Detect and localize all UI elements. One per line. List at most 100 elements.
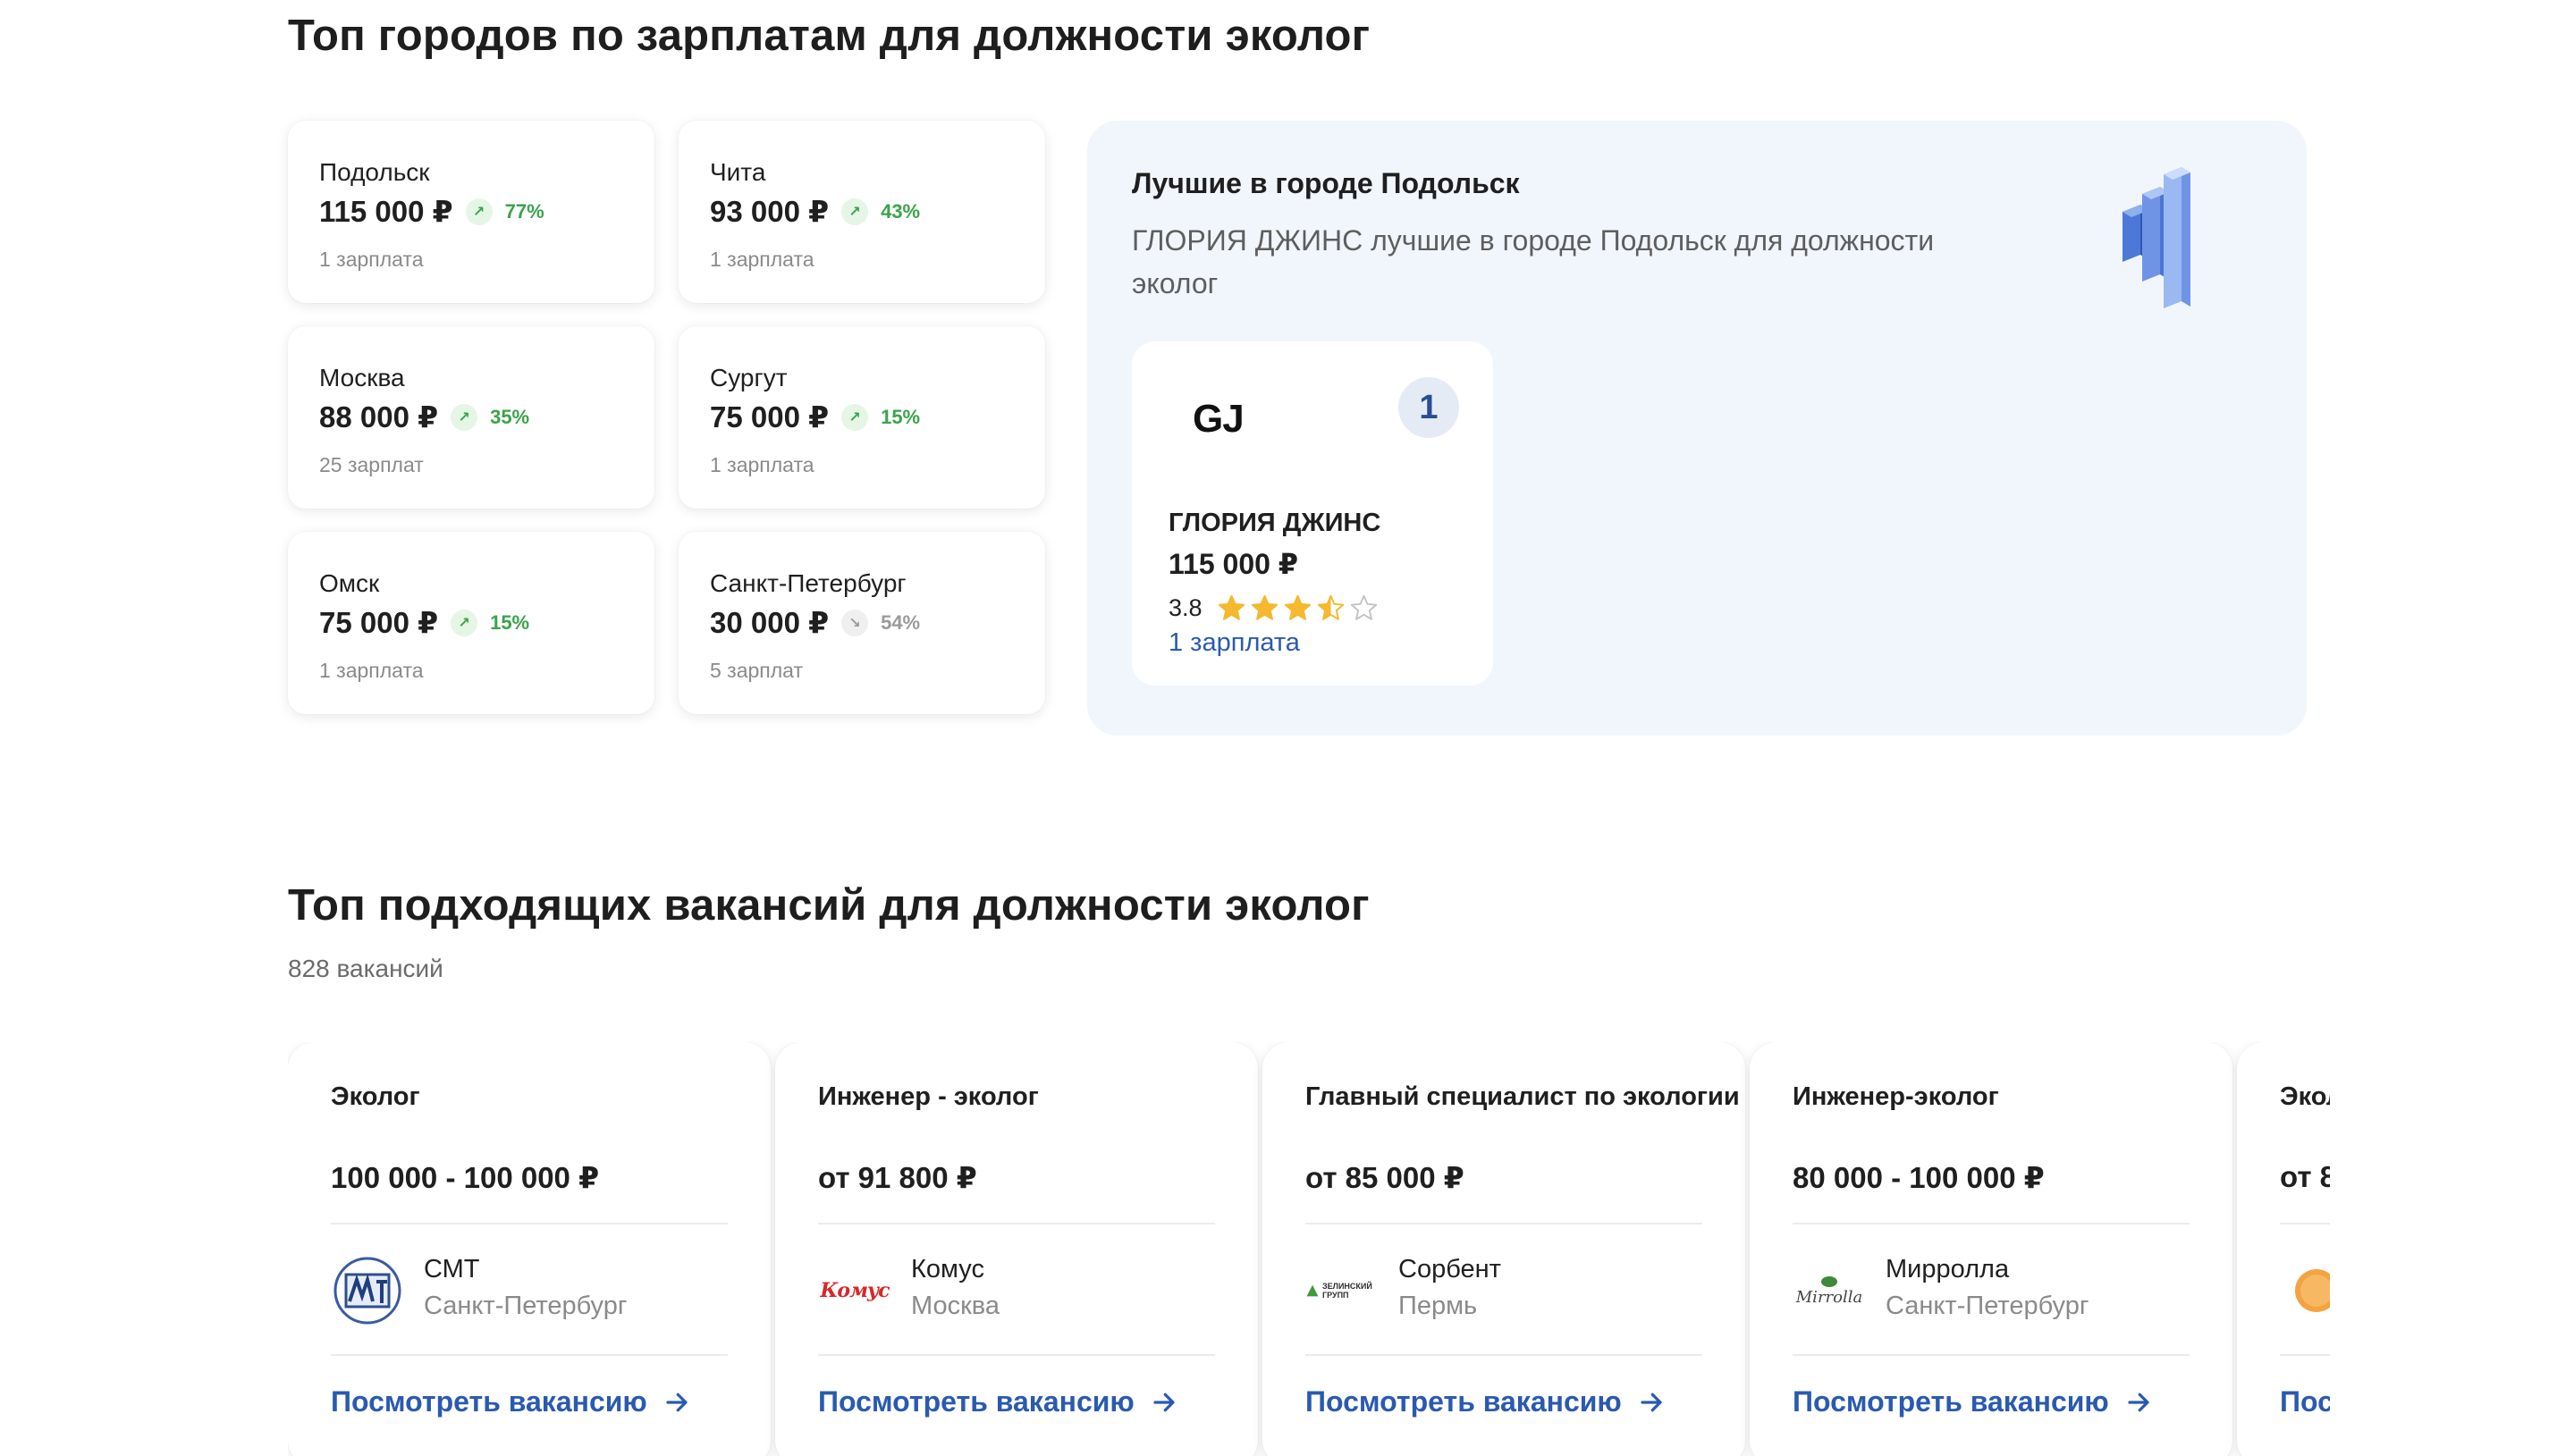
best-in-city-description: ГЛОРИЯ ДЖИНС лучшие в городе Подольск дл…	[1132, 224, 1935, 299]
top-cities-title: Топ городов по зарплатам для должности э…	[288, 12, 1371, 60]
vacancy-title: Инженер - эколог	[818, 1082, 1039, 1111]
view-vacancy-label: Посмотреть вакансию	[818, 1385, 1135, 1418]
divider	[818, 1354, 1215, 1356]
vacancy-card[interactable]: Эколог 100 000 - 100 000 ₽ СМТ Санкт-Петерб…	[288, 1042, 771, 1456]
salary-count: 1 зарплата	[319, 659, 424, 682]
komus-logo: Комус	[818, 1254, 891, 1327]
city-name: Санкт-Петербург	[710, 569, 907, 597]
trend-up-icon: ↗	[465, 198, 493, 225]
company-salaries-link[interactable]: 1 зарплата	[1169, 628, 1300, 658]
vacancy-card[interactable]: Главный специалист по экологии от 85 000 …	[1262, 1042, 1745, 1456]
salary-count: 1 зарплата	[710, 248, 814, 271]
city-salary-row: 75 000 ₽ ↗ 15%	[319, 605, 529, 640]
smt-logo	[331, 1254, 404, 1327]
vacancy-title: Эколог	[2280, 1082, 2330, 1111]
vacancy-card[interactable]: Инженер-эколог 80 000 - 100 000 ₽ Mirrolla…	[1750, 1042, 2232, 1456]
vacancies-count: 828 вакансий	[288, 955, 443, 982]
trend-percent: 15%	[881, 405, 921, 428]
vacancy-title: Инженер-эколог	[1793, 1082, 1999, 1111]
arrow-right-icon	[1153, 1393, 1175, 1411]
vacancies-carousel[interactable]: Эколог 100 000 - 100 000 ₽ СМТ Санкт-Петерб…	[288, 1042, 2330, 1456]
sorbent-logo: ЗЕЛИНСКИЙ ГРУПП	[1305, 1254, 1379, 1327]
city-salary: 93 000 ₽	[710, 195, 830, 228]
view-vacancy-link[interactable]: Посмотреть вакансию	[331, 1385, 690, 1418]
divider	[2280, 1223, 2330, 1225]
komus-logo-text: Комус	[820, 1279, 890, 1302]
city-card[interactable]: Чита 93 000 ₽ ↗ 43% 1 зарплата	[679, 121, 1045, 303]
city-card[interactable]: Подольск 115 000 ₽ ↗ 77% 1 зарплата	[288, 121, 654, 303]
view-vacancy-link[interactable]: Посмотреть вакансию	[818, 1385, 1177, 1418]
city-card[interactable]: Санкт-Петербург 30 000 ₽ ↘ 54% 5 зарплат	[679, 532, 1045, 714]
divider	[1793, 1354, 2190, 1356]
view-vacancy-link[interactable]: Посмотреть вакансию	[1793, 1385, 2152, 1418]
salary-count: 25 зарплат	[319, 453, 424, 476]
vacancy-salary: 80 000 - 100 000 ₽	[1793, 1161, 2045, 1194]
company-rating: 3.8	[1169, 593, 1379, 623]
view-vacancy-link[interactable]: Посмотреть вакансию	[1305, 1385, 1665, 1418]
best-in-city-title: Лучшие в городе Подольск	[1132, 167, 1520, 199]
city-card[interactable]: Омск 75 000 ₽ ↗ 15% 1 зарплата	[288, 532, 654, 714]
trend-up-icon: ↗	[841, 403, 869, 431]
city-salary: 88 000 ₽	[319, 400, 439, 433]
star-half-icon	[1317, 594, 1344, 620]
bar-chart-icon	[2122, 167, 2190, 308]
city-salary-row: 30 000 ₽ ↘ 54%	[710, 605, 920, 640]
city-name: Москва	[319, 364, 405, 391]
trend-percent: 77%	[504, 199, 544, 223]
trend-up-icon: ↗	[841, 198, 869, 225]
city-salary: 115 000 ₽	[319, 195, 453, 228]
star-full-icon	[1284, 594, 1311, 620]
city-salary: 30 000 ₽	[710, 606, 830, 639]
divider	[1305, 1223, 1702, 1225]
city-salary-row: 93 000 ₽ ↗ 43%	[710, 194, 920, 229]
divider	[331, 1223, 728, 1225]
trend-percent: 35%	[490, 405, 530, 428]
star-full-icon	[1218, 594, 1245, 620]
vacancy-city: Москва	[911, 1292, 1000, 1320]
rating-value: 3.8	[1169, 594, 1203, 621]
city-name: Чита	[710, 158, 766, 186]
salary-count: 1 зарплата	[710, 453, 814, 476]
vacancy-card[interactable]: Эколог от 8 Посмотреть вакансию	[2237, 1042, 2330, 1456]
trend-up-icon: ↗	[451, 609, 478, 636]
top-vacancies-title: Топ подходящих вакансий для должности эк…	[288, 881, 1370, 930]
mirrolla-logo: Mirrolla	[1793, 1254, 1866, 1327]
city-salary-row: 115 000 ₽ ↗ 77%	[319, 194, 544, 229]
view-vacancy-link[interactable]: Посмотреть вакансию	[2280, 1385, 2330, 1418]
trend-up-icon: ↗	[451, 403, 478, 431]
vacancy-company: Мирролла	[1886, 1255, 2010, 1283]
divider	[818, 1223, 1215, 1225]
arrow-right-icon	[2128, 1393, 2149, 1411]
vacancy-company: Сорбент	[1398, 1255, 1501, 1283]
city-card[interactable]: Москва 88 000 ₽ ↗ 35% 25 зарплат	[288, 326, 654, 509]
arrow-right-icon	[666, 1393, 688, 1411]
vacancy-city: Пермь	[1398, 1292, 1478, 1320]
vacancy-salary: от 8	[2280, 1160, 2330, 1193]
vacancy-city: Санкт-Петербург	[1886, 1292, 2089, 1320]
divider	[1793, 1223, 2190, 1225]
city-salary-row: 88 000 ₽ ↗ 35%	[319, 400, 529, 434]
arrow-right-icon	[1641, 1393, 1662, 1411]
vacancy-company: Комус	[911, 1255, 984, 1283]
rank-badge: 1	[1398, 377, 1459, 438]
city-name: Подольск	[319, 158, 430, 186]
vacancy-title: Эколог	[331, 1082, 420, 1111]
sorbent-logo-text: ЗЕЛИНСКИЙ ГРУПП	[1322, 1282, 1372, 1300]
city-card[interactable]: Сургут 75 000 ₽ ↗ 15% 1 зарплата	[679, 326, 1045, 509]
rating-stars	[1217, 593, 1379, 623]
company-logo: GJ	[1193, 397, 1245, 441]
city-salary: 75 000 ₽	[319, 606, 439, 639]
vacancy-city: Санкт-Петербург	[424, 1292, 628, 1320]
trend-percent: 15%	[490, 610, 530, 634]
view-vacancy-label: Посмотреть вакансию	[2280, 1385, 2330, 1418]
vacancy-salary: от 91 800 ₽	[818, 1161, 977, 1194]
company-name: ГЛОРИЯ ДЖИНС	[1169, 509, 1381, 537]
city-name: Сургут	[710, 364, 788, 391]
city-salary: 75 000 ₽	[710, 400, 830, 433]
view-vacancy-label: Посмотреть вакансию	[1793, 1385, 2109, 1418]
company-salary: 115 000 ₽	[1169, 548, 1299, 580]
vacancy-card[interactable]: Инженер - эколог от 91 800 ₽ Комус Комус Мос…	[775, 1042, 1258, 1456]
best-company-card[interactable]: GJ 1 ГЛОРИЯ ДЖИНС 115 000 ₽ 3.8 1 зарпла…	[1132, 341, 1493, 686]
salary-count: 1 зарплата	[319, 248, 424, 271]
view-vacancy-label: Посмотреть вакансию	[331, 1385, 647, 1418]
